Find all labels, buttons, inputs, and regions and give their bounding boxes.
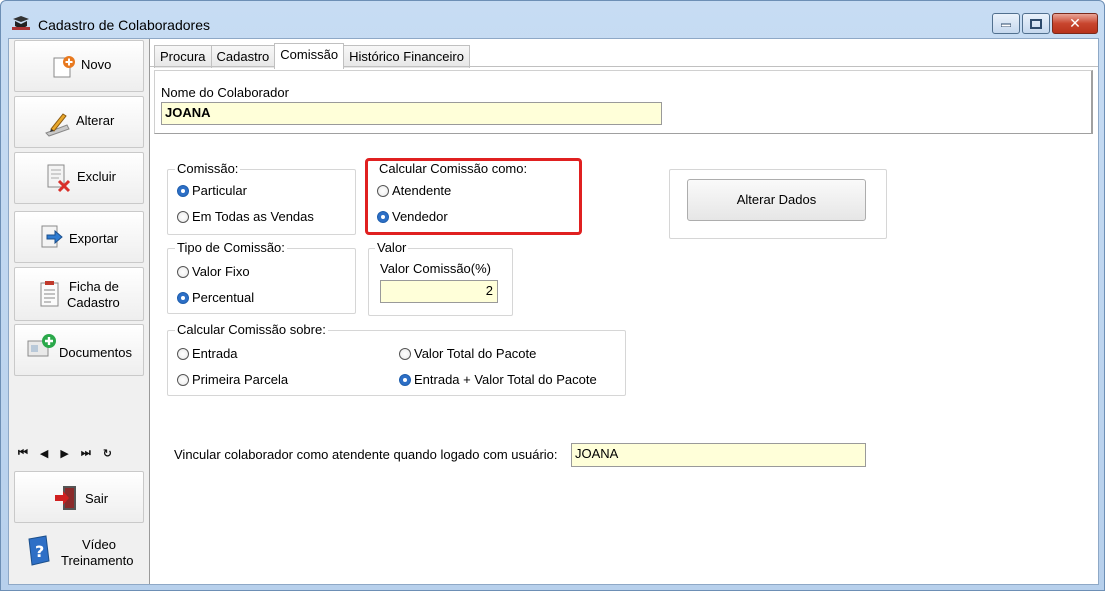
- ficha-label-2: Cadastro: [67, 295, 120, 310]
- refresh-icon[interactable]: ↻: [103, 447, 112, 460]
- radio-label: Particular: [192, 183, 247, 198]
- title-bar: Cadastro de Colaboradores ✕: [1, 1, 1104, 39]
- tab-cadastro[interactable]: Cadastro: [210, 45, 276, 68]
- radio-entrada-valor-total[interactable]: Entrada + Valor Total do Pacote: [399, 372, 597, 387]
- alterar-dados-group: Alterar Dados: [669, 169, 887, 239]
- radio-selected-indicator: [177, 184, 189, 197]
- radio-selected-indicator: [177, 291, 189, 304]
- svg-text:?: ?: [35, 542, 44, 561]
- sair-button[interactable]: Sair: [14, 471, 144, 523]
- delete-document-icon: [47, 164, 71, 193]
- registration-form-icon: [40, 281, 59, 307]
- tab-comissao[interactable]: Comissão: [274, 43, 345, 69]
- valor-comissao-field[interactable]: 2: [380, 280, 498, 303]
- novo-label: Novo: [81, 57, 112, 72]
- sair-label: Sair: [85, 491, 109, 506]
- radio-em-todas-as-vendas[interactable]: Em Todas as Vendas: [177, 209, 314, 224]
- window-title: Cadastro de Colaboradores: [38, 17, 210, 33]
- vincular-usuario-field[interactable]: JOANA: [571, 443, 866, 467]
- help-info-icon: ?: [28, 535, 50, 566]
- tab-procura[interactable]: Procura: [154, 45, 212, 68]
- radio-entrada[interactable]: Entrada: [177, 346, 238, 361]
- valor-comissao-label: Valor Comissão(%): [380, 261, 492, 276]
- edit-pencil-icon: [45, 113, 70, 137]
- radio-percentual[interactable]: Percentual: [177, 290, 254, 305]
- radio-label: Valor Total do Pacote: [414, 346, 537, 361]
- tipo-comissao-group: Tipo de Comissão: Valor Fixo Percentual: [167, 240, 356, 314]
- radio-primeira-parcela[interactable]: Primeira Parcela: [177, 372, 288, 387]
- tab-historico-financeiro[interactable]: Histórico Financeiro: [343, 45, 470, 68]
- documentos-label: Documentos: [59, 345, 132, 360]
- ficha-label-1: Ficha de: [69, 279, 119, 294]
- excluir-label: Excluir: [77, 169, 117, 184]
- tipo-comissao-title: Tipo de Comissão:: [175, 240, 287, 255]
- radio-indicator: [177, 210, 189, 223]
- minimize-icon: [1001, 23, 1011, 27]
- minimize-button[interactable]: [992, 13, 1020, 34]
- radio-label: Entrada + Valor Total do Pacote: [414, 372, 597, 387]
- add-document-icon: [27, 334, 56, 357]
- app-window: Cadastro de Colaboradores ✕ Novo Alterar…: [0, 0, 1105, 591]
- radio-label: Primeira Parcela: [192, 372, 289, 387]
- record-navigator: ⏮ ◀ ▶ ⏭ ↻: [14, 442, 148, 464]
- ficha-cadastro-button[interactable]: Ficha de Cadastro: [14, 267, 144, 321]
- export-icon: [41, 225, 63, 248]
- radio-label: Valor Fixo: [192, 264, 250, 279]
- radio-valor-fixo[interactable]: Valor Fixo: [177, 264, 250, 279]
- exit-door-icon: [55, 486, 76, 510]
- close-button[interactable]: ✕: [1052, 13, 1098, 34]
- alterar-label: Alterar: [76, 113, 115, 128]
- radio-indicator: [177, 265, 189, 278]
- calcular-sobre-group: Calcular Comissão sobre: Entrada Primeir…: [167, 322, 626, 396]
- maximize-icon: [1030, 18, 1042, 29]
- client-area: Novo Alterar Excluir Exportar Ficha de C…: [8, 38, 1099, 585]
- video-label-2: Treinamento: [61, 553, 134, 568]
- previous-record-icon[interactable]: ◀: [40, 447, 48, 460]
- close-icon: ✕: [1069, 15, 1081, 31]
- next-record-icon[interactable]: ▶: [60, 447, 68, 460]
- app-icon: [12, 16, 30, 30]
- alterar-button[interactable]: Alterar: [14, 96, 144, 148]
- video-treinamento-button[interactable]: ? Vídeo Treinamento: [14, 529, 144, 579]
- exportar-label: Exportar: [69, 231, 119, 246]
- valor-title: Valor: [375, 240, 409, 255]
- first-record-icon[interactable]: ⏮: [18, 447, 28, 460]
- radio-valor-total-pacote[interactable]: Valor Total do Pacote: [399, 346, 536, 361]
- radio-indicator: [177, 347, 189, 360]
- maximize-button[interactable]: [1022, 13, 1050, 34]
- vincular-label: Vincular colaborador como atendente quan…: [174, 447, 558, 462]
- tab-strip: Procura Cadastro Comissão Histórico Fina…: [154, 43, 470, 69]
- sidebar: Novo Alterar Excluir Exportar Ficha de C…: [9, 39, 150, 584]
- radio-particular[interactable]: Particular: [177, 183, 247, 198]
- radio-indicator: [177, 373, 189, 386]
- radio-label: Percentual: [192, 290, 255, 305]
- radio-selected-indicator: [399, 373, 411, 386]
- nome-label: Nome do Colaborador: [161, 85, 289, 100]
- valor-group: Valor Valor Comissão(%) 2: [368, 240, 513, 316]
- excluir-button[interactable]: Excluir: [14, 152, 144, 204]
- new-document-icon: [53, 56, 75, 78]
- highlight-box: [365, 158, 582, 235]
- video-label-1: Vídeo: [82, 537, 116, 552]
- nome-panel: Nome do Colaborador JOANA: [154, 70, 1093, 134]
- radio-label: Em Todas as Vendas: [192, 209, 314, 224]
- novo-button[interactable]: Novo: [14, 40, 144, 92]
- comissao-group: Comissão: Particular Em Todas as Vendas: [167, 161, 356, 235]
- radio-indicator: [399, 347, 411, 360]
- last-record-icon[interactable]: ⏭: [81, 447, 91, 460]
- exportar-button[interactable]: Exportar: [14, 211, 144, 263]
- window-controls: ✕: [990, 13, 1098, 34]
- calcular-sobre-title: Calcular Comissão sobre:: [175, 322, 328, 337]
- nome-field[interactable]: JOANA: [161, 102, 662, 125]
- documentos-button[interactable]: Documentos: [14, 324, 144, 376]
- radio-label: Entrada: [192, 346, 238, 361]
- comissao-title: Comissão:: [175, 161, 241, 176]
- main-panel: Procura Cadastro Comissão Histórico Fina…: [150, 39, 1098, 584]
- alterar-dados-button[interactable]: Alterar Dados: [687, 179, 866, 221]
